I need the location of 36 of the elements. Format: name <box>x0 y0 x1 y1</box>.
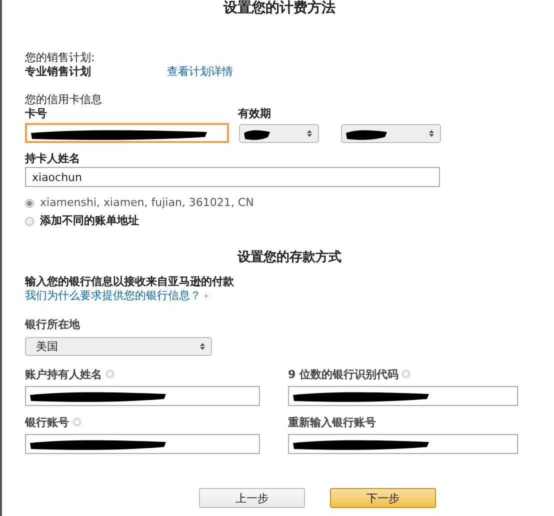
why-bank-info-link[interactable]: 我们为什么要求提供您的银行信息？ <box>25 289 201 303</box>
field-label: 账户持有人姓名 <box>25 366 102 382</box>
dropdown-arrows-icon <box>429 128 434 138</box>
plan-label: 您的销售计划: <box>25 51 96 65</box>
card-number-field[interactable] <box>25 123 229 143</box>
field-label: 卡号 <box>25 107 48 121</box>
field-label: 有效期 <box>238 107 271 121</box>
expiry-select[interactable] <box>239 124 319 142</box>
text-field[interactable] <box>288 434 518 454</box>
card-info-heading: 您的信用卡信息 <box>25 93 103 107</box>
field-label: 持卡人姓名 <box>25 152 81 166</box>
field-label: 9 位数的银行识别代码 <box>288 366 398 382</box>
section-title: 设置您的计费方法 <box>222 0 336 16</box>
plan-details-link[interactable]: 查看计划详情 <box>167 65 233 79</box>
text-field[interactable] <box>25 386 260 406</box>
radio-button[interactable] <box>25 216 34 226</box>
address-option: xiamenshi, xiamen, fujian, 361021, CN <box>40 196 254 210</box>
bank-info-intro: 输入您的银行信息以接收来自亚马逊的付款 <box>25 275 235 289</box>
dropdown-arrows-icon <box>200 342 205 351</box>
select-value: 美国 <box>36 339 58 354</box>
back-button[interactable]: 上一步 <box>199 488 305 508</box>
dropdown-arrows-icon <box>307 128 312 138</box>
radio-button[interactable] <box>25 198 34 208</box>
arrow-icon <box>205 294 209 298</box>
plan-name: 专业销售计划 <box>25 65 92 79</box>
section-title: 设置您的存款方式 <box>236 250 342 266</box>
expiry-select[interactable] <box>341 124 441 142</box>
field-label: 银行账号 <box>25 414 69 430</box>
field-label: 重新输入银行账号 <box>288 414 376 430</box>
country-select[interactable]: 美国 <box>25 337 212 356</box>
cardholder-name-field[interactable]: xiaochun <box>25 167 440 187</box>
field-label: 银行所在地 <box>25 317 81 331</box>
text-field[interactable] <box>25 434 260 454</box>
next-button[interactable]: 下一步 <box>330 488 436 508</box>
address-option: 添加不同的账单地址 <box>40 214 139 228</box>
text-field[interactable] <box>288 386 518 406</box>
